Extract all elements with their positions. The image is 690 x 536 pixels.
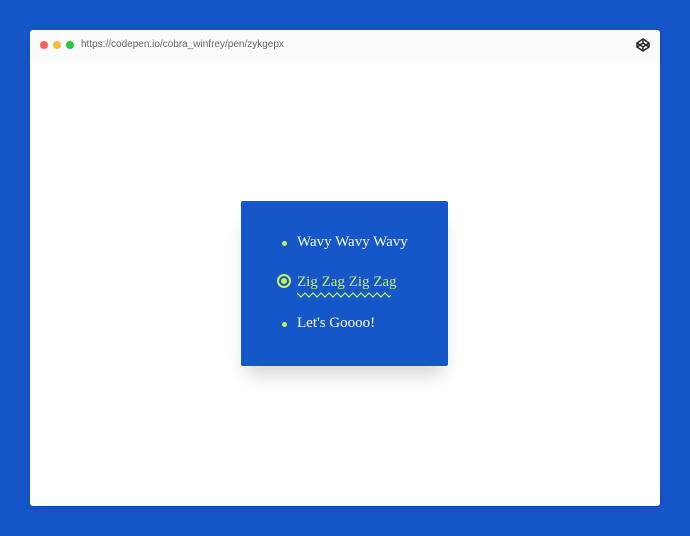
menu-item-zigzag[interactable]: Zig Zag Zig Zag [277,273,417,301]
bullet-icon [282,322,287,327]
address-bar-url[interactable]: https://codepen.io/cobra_winfrey/pen/zyk… [81,39,284,51]
minimize-window-button[interactable] [53,41,61,49]
menu-item-label: Wavy Wavy Wavy [297,234,408,250]
zigzag-underline [297,292,391,298]
menu-item-wavy[interactable]: Wavy Wavy Wavy [277,233,417,255]
bullet-icon [282,241,287,246]
maximize-window-button[interactable] [66,41,74,49]
codepen-icon[interactable] [636,38,650,52]
selected-radio-icon [277,274,291,288]
window-controls [40,41,74,49]
menu-card: Wavy Wavy Wavy Zig Zag Zig Zag Let's Goo… [241,201,448,366]
menu-item-label: Let's Goooo! [297,315,376,331]
menu-item-label: Zig Zag Zig Zag [297,274,397,290]
browser-titlebar: https://codepen.io/cobra_winfrey/pen/zyk… [30,30,660,62]
browser-window: https://codepen.io/cobra_winfrey/pen/zyk… [30,30,660,506]
menu-item-goooo[interactable]: Let's Goooo! [277,314,417,336]
close-window-button[interactable] [40,41,48,49]
